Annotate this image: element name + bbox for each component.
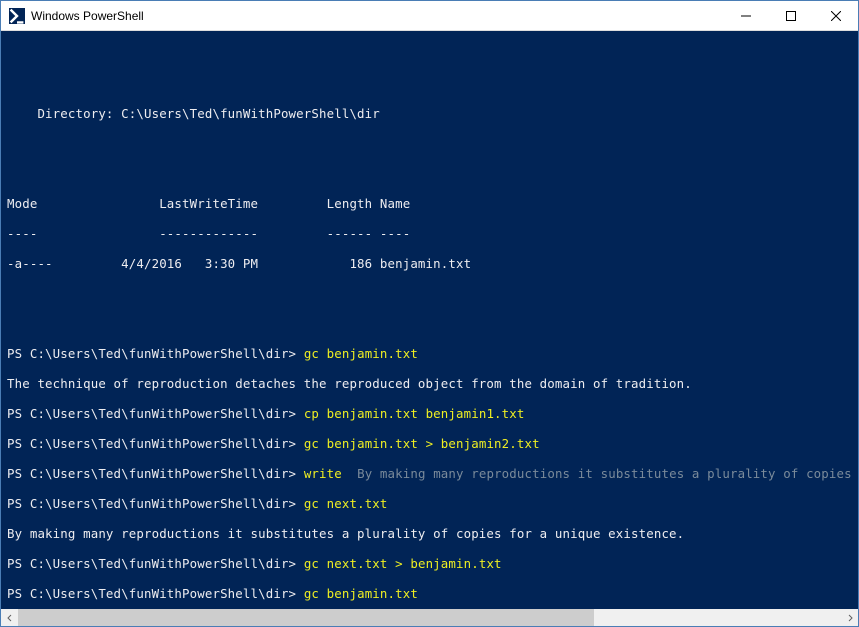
command-text: gc next.txt > benjamin.txt: [304, 556, 502, 571]
command-text: cp benjamin.txt benjamin1.txt: [304, 406, 525, 421]
directory-line: Directory: C:\Users\Ted\funWithPowerShel…: [7, 106, 852, 121]
blank-line: [7, 136, 852, 151]
command-line: PS C:\Users\Ted\funWithPowerShell\dir> c…: [7, 406, 852, 421]
table-row: -a---- 4/4/2016 3:30 PM 186 benjamin.txt: [7, 256, 852, 271]
maximize-button[interactable]: [768, 1, 813, 30]
terminal-content: Directory: C:\Users\Ted\funWithPowerShel…: [1, 31, 858, 609]
horizontal-scrollbar[interactable]: [1, 609, 858, 626]
blank-line: [7, 76, 852, 91]
table-header: Mode LastWriteTime Length Name: [7, 196, 852, 211]
blank-line: [7, 286, 852, 301]
blank-line: [7, 46, 852, 61]
scroll-track[interactable]: [18, 609, 841, 626]
prompt-text: PS C:\Users\Ted\funWithPowerShell\dir>: [7, 556, 296, 571]
command-text: gc next.txt: [304, 496, 388, 511]
window-title: Windows PowerShell: [31, 9, 723, 23]
command-line: PS C:\Users\Ted\funWithPowerShell\dir> g…: [7, 586, 852, 601]
powershell-icon: [9, 8, 25, 24]
window-controls: [723, 1, 858, 30]
command-text: gc benjamin.txt: [304, 586, 418, 601]
command-line: PS C:\Users\Ted\funWithPowerShell\dir> g…: [7, 436, 852, 451]
command-text: write: [304, 466, 342, 481]
minimize-button[interactable]: [723, 1, 768, 30]
prompt-text: PS C:\Users\Ted\funWithPowerShell\dir>: [7, 346, 296, 361]
command-text: gc benjamin.txt: [304, 346, 418, 361]
command-line: PS C:\Users\Ted\funWithPowerShell\dir> g…: [7, 556, 852, 571]
close-button[interactable]: [813, 1, 858, 30]
command-line: PS C:\Users\Ted\funWithPowerShell\dir> w…: [7, 466, 852, 481]
command-line: PS C:\Users\Ted\funWithPowerShell\dir> g…: [7, 346, 852, 361]
command-text: gc benjamin.txt > benjamin2.txt: [304, 436, 540, 451]
scroll-left-button[interactable]: [1, 609, 18, 626]
prompt-text: PS C:\Users\Ted\funWithPowerShell\dir>: [7, 586, 296, 601]
output-line: By making many reproductions it substitu…: [7, 526, 852, 541]
command-line: PS C:\Users\Ted\funWithPowerShell\dir> g…: [7, 496, 852, 511]
blank-line: [7, 316, 852, 331]
scroll-right-button[interactable]: [841, 609, 858, 626]
output-line: The technique of reproduction detaches t…: [7, 376, 852, 391]
command-tail: By making many reproductions it substitu…: [342, 466, 858, 481]
prompt-text: PS C:\Users\Ted\funWithPowerShell\dir>: [7, 466, 296, 481]
table-header-sep: ---- ------------- ------ ----: [7, 226, 852, 241]
blank-line: [7, 166, 852, 181]
prompt-text: PS C:\Users\Ted\funWithPowerShell\dir>: [7, 496, 296, 511]
titlebar[interactable]: Windows PowerShell: [1, 1, 858, 31]
scroll-thumb[interactable]: [18, 609, 594, 626]
prompt-text: PS C:\Users\Ted\funWithPowerShell\dir>: [7, 406, 296, 421]
prompt-text: PS C:\Users\Ted\funWithPowerShell\dir>: [7, 436, 296, 451]
terminal-area[interactable]: Directory: C:\Users\Ted\funWithPowerShel…: [1, 31, 858, 609]
